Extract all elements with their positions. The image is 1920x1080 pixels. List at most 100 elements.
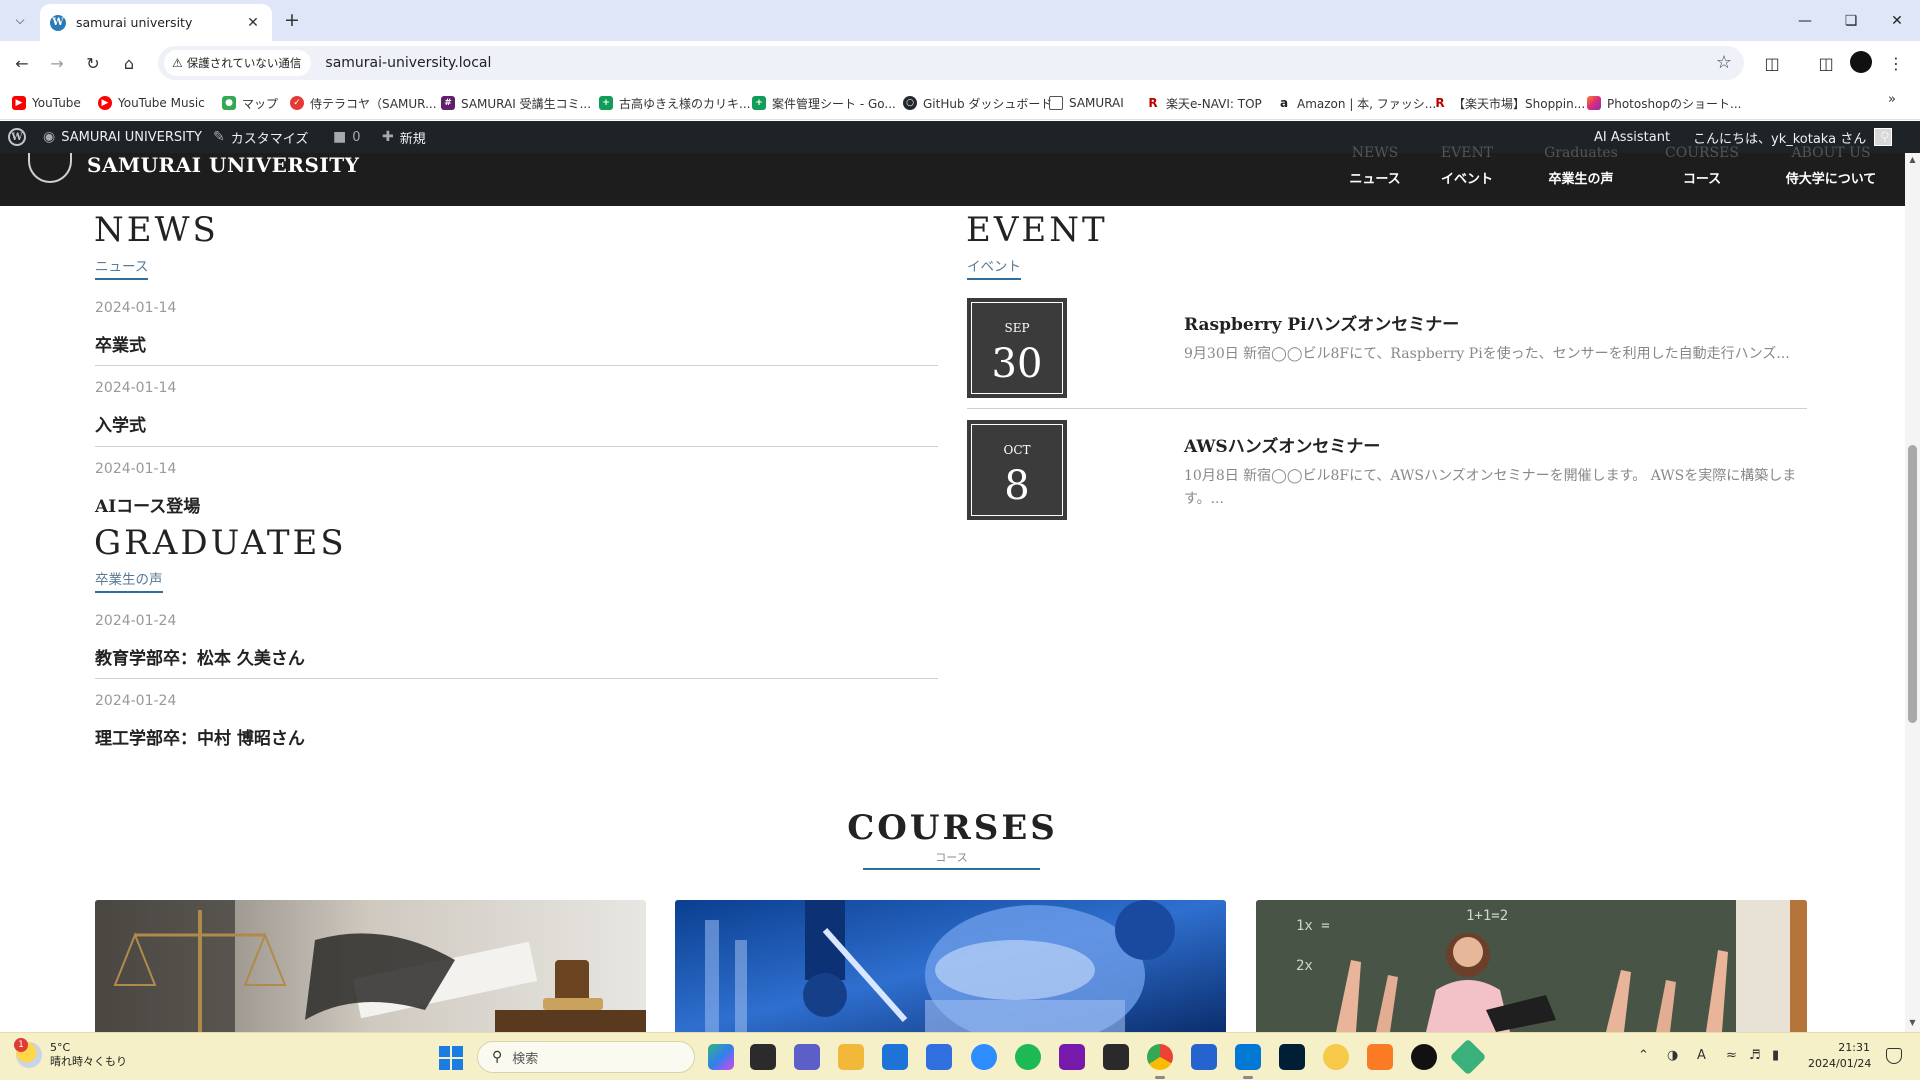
course-card-science[interactable] [675, 900, 1226, 1032]
weather-widget[interactable]: 1 5°C 晴れ時々くもり [14, 1038, 127, 1069]
bookmark-item[interactable]: a Amazon | 本, ファッシ... [1277, 93, 1436, 113]
bookmark-item[interactable]: R 楽天e-NAVI: TOP [1146, 93, 1261, 113]
course-card-law[interactable] [95, 900, 646, 1032]
admin-site-name[interactable]: ◉ SAMURAI UNIVERSITY [43, 121, 202, 153]
bookmark-item[interactable]: + 古高ゆきえ様のカリキ... [599, 93, 750, 113]
zoom-icon[interactable] [971, 1044, 997, 1070]
tab-title: samurai university [76, 15, 193, 30]
graduate-title-link[interactable]: 教育学部卒：松本 久美さん [95, 644, 305, 669]
tab-search-button[interactable]: ⌵ [8, 8, 32, 32]
app-diamond-icon[interactable] [1449, 1038, 1487, 1076]
scroll-up-icon[interactable]: ▲ [1905, 155, 1920, 167]
bookmark-item[interactable]: ○ GitHub ダッシュボード [903, 93, 1052, 113]
sticky-notes-icon[interactable] [1103, 1044, 1129, 1070]
bookmark-item[interactable]: # SAMURAI 受講生コミ... [441, 93, 591, 113]
close-tab-icon[interactable]: ✕ [244, 15, 262, 31]
battery-icon[interactable]: ▮ [1772, 1048, 1779, 1063]
bookmark-item[interactable]: ● マップ [222, 93, 278, 113]
news-title-link[interactable]: AIコース登場 [95, 492, 200, 517]
wp-admin-bar: W ◉ SAMURAI UNIVERSITY ✎ カスタマイズ ■ 0 ✚ 新規 AI … [0, 121, 1920, 153]
nav-event[interactable]: EVENT イベント [1437, 145, 1497, 206]
divider [95, 365, 938, 366]
volume-icon[interactable]: ♬ [1749, 1048, 1761, 1063]
amazon-icon: a [1279, 96, 1289, 110]
scrollbar-thumb[interactable] [1908, 445, 1917, 723]
xampp-icon[interactable] [1367, 1044, 1393, 1070]
bookmark-item[interactable]: ▶ YouTube Music [98, 93, 205, 113]
nav-news[interactable]: NEWS ニュース [1345, 145, 1405, 206]
chrome-icon[interactable] [1147, 1044, 1173, 1070]
teams-icon[interactable] [926, 1044, 952, 1070]
microsoft-store-icon[interactable] [882, 1044, 908, 1070]
nav-graduates[interactable]: Graduates 卒業生の声 [1536, 145, 1626, 206]
taskbar-search[interactable]: ⚲ 検索 [477, 1041, 695, 1073]
spotify-icon[interactable] [1015, 1044, 1041, 1070]
bookmark-star-icon[interactable]: ☆ [1716, 52, 1732, 73]
file-explorer-icon[interactable] [838, 1044, 864, 1070]
close-window-button[interactable]: ✕ [1874, 0, 1920, 41]
bookmark-item[interactable]: Photoshopのショート... [1587, 93, 1742, 113]
event-subheading: イベント [967, 255, 1021, 280]
photoshop-icon[interactable] [1279, 1044, 1305, 1070]
forward-button[interactable]: → [43, 49, 71, 77]
weather-icon: 1 [14, 1038, 42, 1068]
network-status-icon[interactable]: ◑ [1667, 1048, 1678, 1063]
more-bookmarks-button[interactable]: » [1888, 92, 1896, 107]
course-card-education[interactable]: 1x = 1+1=2 2x [1256, 900, 1807, 1032]
tab-strip: ⌵ W samurai university ✕ + — ❏ ✕ [0, 0, 1920, 41]
profile-avatar[interactable] [1850, 51, 1872, 73]
event-title-link[interactable]: AWSハンズオンセミナー [1184, 432, 1380, 457]
ime-indicator[interactable]: A [1697, 1048, 1706, 1063]
admin-new-content[interactable]: ✚ 新規 [382, 121, 426, 153]
news-title-link[interactable]: 卒業式 [95, 331, 146, 356]
show-hidden-icons-chevron-icon[interactable]: ⌃ [1638, 1048, 1649, 1063]
university-emblem-icon[interactable] [28, 153, 72, 183]
bookmark-item[interactable]: ▶ YouTube [12, 93, 81, 113]
vscode-icon[interactable] [1235, 1044, 1261, 1070]
github-icon: ○ [903, 96, 917, 110]
nav-courses[interactable]: COURSES コース [1660, 145, 1744, 206]
tab-active[interactable]: W samurai university ✕ [40, 4, 272, 41]
event-date-badge: OCT 8 [967, 420, 1067, 520]
back-button[interactable]: ← [8, 49, 36, 77]
news-title-link[interactable]: 入学式 [95, 411, 146, 436]
url-text[interactable]: samurai-university.local [325, 55, 491, 71]
comment-icon: ■ [333, 129, 347, 145]
bookmark-item[interactable]: + 案件管理シート - Go... [752, 93, 896, 113]
graduate-title-link[interactable]: 理工学部卒：中村 博昭さん [95, 724, 305, 749]
x-twitter-icon[interactable] [1411, 1044, 1437, 1070]
cyberduck-icon[interactable] [1323, 1044, 1349, 1070]
site-logo[interactable]: SAMURAI UNIVERSITY [87, 153, 359, 177]
scroll-down-icon[interactable]: ▼ [1905, 1018, 1920, 1030]
extensions-icon[interactable]: ◫ [1760, 51, 1784, 75]
minimize-button[interactable]: — [1782, 0, 1828, 41]
admin-search[interactable]: ⚲ [1880, 121, 1890, 153]
admin-comments[interactable]: ■ 0 [333, 121, 361, 153]
bookmark-item[interactable]: SAMURAI [1049, 93, 1124, 113]
wifi-icon[interactable]: ≈ [1726, 1048, 1737, 1063]
teams-chat-icon[interactable] [794, 1044, 820, 1070]
admin-customize[interactable]: ✎ カスタマイズ [213, 121, 308, 153]
site-info-button[interactable]: ⚠ 保護されていない通信 [164, 50, 312, 76]
wp-logo-menu[interactable]: W [8, 121, 26, 153]
side-panel-icon[interactable]: ◫ [1814, 51, 1838, 75]
bookmark-item[interactable]: ✓ 侍テラコヤ（SAMUR... [290, 93, 437, 113]
onenote-icon[interactable] [1059, 1044, 1085, 1070]
task-view-icon[interactable] [750, 1044, 776, 1070]
teacher-classroom-photo: 1x = 1+1=2 2x [1256, 900, 1807, 1032]
start-button[interactable] [439, 1046, 463, 1070]
graduate-date: 2024-01-24 [95, 613, 177, 629]
restore-button[interactable]: ❏ [1828, 0, 1874, 41]
event-title-link[interactable]: Raspberry Piハンズオンセミナー [1184, 310, 1459, 335]
new-tab-button[interactable]: + [280, 8, 304, 32]
todo-icon[interactable] [1191, 1044, 1217, 1070]
notification-bell-icon[interactable] [1886, 1048, 1902, 1064]
nav-about-us[interactable]: ABOUT US 侍大学について [1778, 145, 1884, 206]
home-button[interactable]: ⌂ [115, 49, 143, 77]
bookmark-item[interactable]: R 【楽天市場】Shoppin... [1433, 93, 1585, 113]
copilot-icon[interactable] [708, 1044, 734, 1070]
reload-button[interactable]: ↻ [79, 49, 107, 77]
menu-kebab-icon[interactable]: ⋮ [1884, 51, 1908, 75]
address-bar[interactable]: ⚠ 保護されていない通信 samurai-university.local ☆ [158, 46, 1744, 80]
system-clock[interactable]: 21:31 2024/01/24 [1808, 1040, 1871, 1072]
